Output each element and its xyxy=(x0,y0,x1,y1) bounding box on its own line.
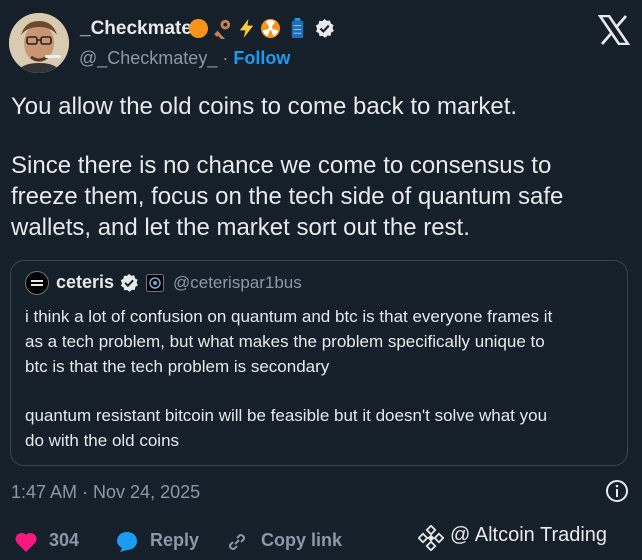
binance-diamond-icon xyxy=(418,525,444,551)
author-display-name[interactable]: _Checkmate xyxy=(80,18,192,40)
radioactive-icon xyxy=(260,18,281,39)
x-logo-icon[interactable] xyxy=(598,15,630,45)
info-icon[interactable] xyxy=(605,479,629,503)
tweet-paragraph-2-line-2: freeze them, focus on the tech side of q… xyxy=(11,183,564,210)
heart-icon xyxy=(15,532,37,552)
quote-text-line-4: quantum resistant bitcoin will be feasib… xyxy=(25,406,548,425)
tweet-timestamp[interactable]: 1:47 AM · Nov 24, 2025 xyxy=(11,482,200,503)
author-handle[interactable]: @_Checkmatey_ xyxy=(79,48,217,68)
orange-circle-icon xyxy=(188,18,209,39)
tweet-paragraph-1: You allow the old coins to come back to … xyxy=(11,93,518,120)
link-icon xyxy=(228,533,246,551)
quote-author-handle[interactable]: @ceterispar1bus xyxy=(173,273,302,293)
key-icon xyxy=(214,19,231,39)
affiliate-badge-icon xyxy=(146,274,164,292)
quote-text-line-3: btc is that the tech problem is secondar… xyxy=(25,357,330,376)
quote-verified-badge-icon xyxy=(120,273,138,292)
speech-bubble-icon xyxy=(117,532,137,552)
copy-link-button[interactable]: Copy link xyxy=(261,530,342,551)
quote-text-line-2: as a tech problem, but what makes the pr… xyxy=(25,332,545,351)
quote-text-line-5: do with the old coins xyxy=(25,431,180,450)
tweet-paragraph-2-line-1: Since there is no chance we come to cons… xyxy=(11,152,552,179)
reply-button[interactable]: Reply xyxy=(150,530,199,551)
lightning-icon xyxy=(239,18,254,39)
follow-button[interactable]: Follow xyxy=(233,48,290,68)
author-handle-row: @_Checkmatey_ · Follow xyxy=(79,48,290,69)
quote-text-line-1: i think a lot of confusion on quantum an… xyxy=(25,307,553,326)
separator-dot: · xyxy=(222,48,229,68)
battery-icon xyxy=(291,18,304,39)
verified-badge-icon xyxy=(315,18,334,38)
like-count: 304 xyxy=(49,530,80,550)
tweet-paragraph-2-line-3: wallets, and let the market sort out the… xyxy=(11,214,470,241)
author-avatar[interactable] xyxy=(9,13,69,73)
watermark-text: @ Altcoin Trading xyxy=(450,524,608,546)
equals-logo-icon xyxy=(31,280,43,286)
quote-author-name[interactable]: ceteris xyxy=(56,272,114,293)
quote-author-avatar[interactable] xyxy=(25,271,49,295)
